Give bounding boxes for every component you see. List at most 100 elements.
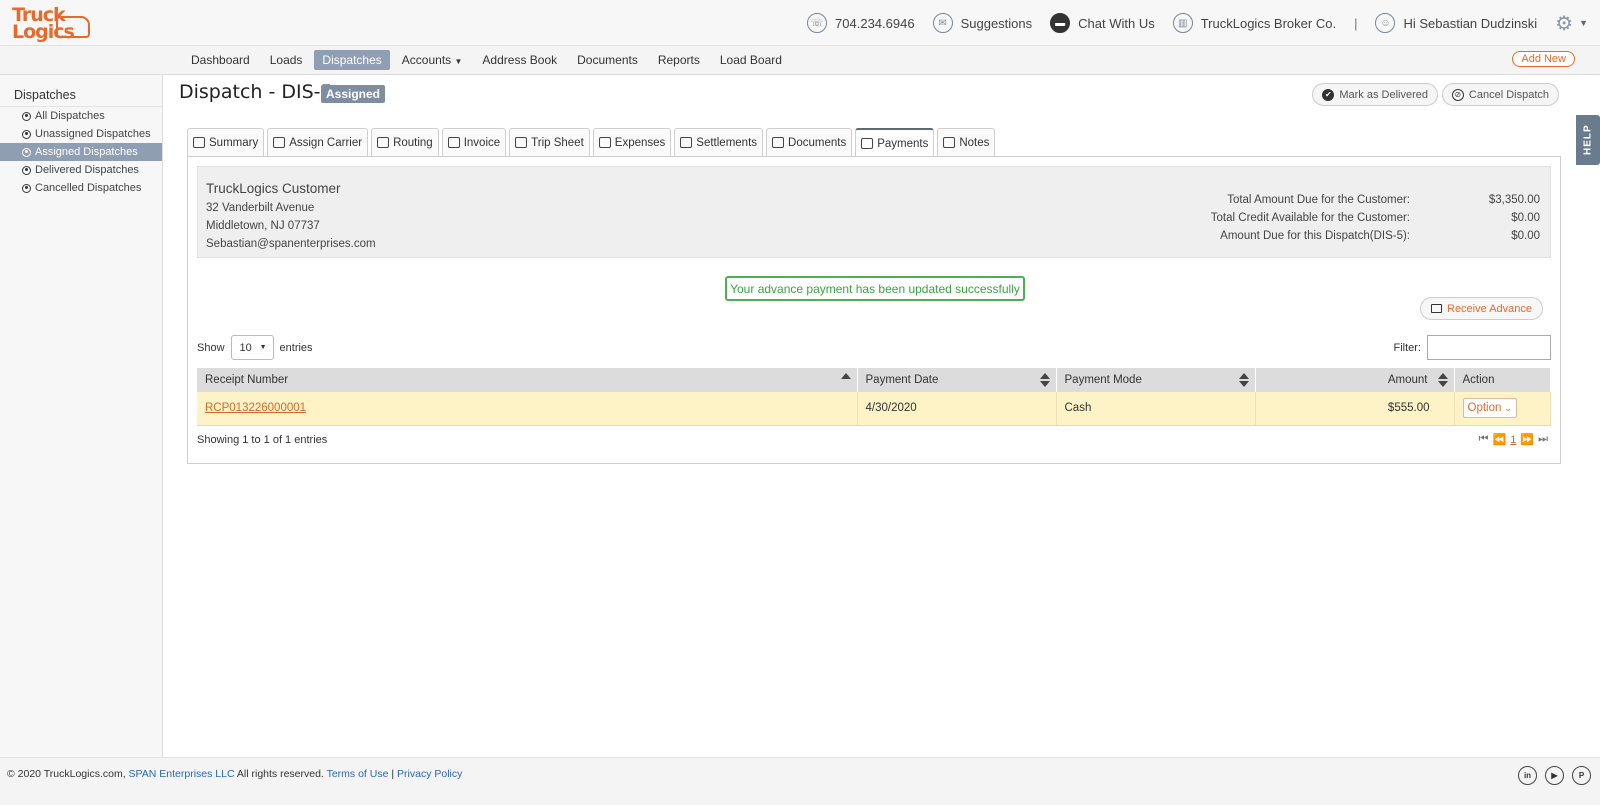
sidebar-item-label: Cancelled Dispatches: [35, 182, 142, 194]
phone-icon: ☏: [807, 13, 828, 33]
footer-divider: |: [391, 768, 395, 780]
linkedin-icon[interactable]: in: [1518, 766, 1537, 785]
column-header-amount[interactable]: Amount: [1255, 368, 1455, 392]
menu-item-documents[interactable]: Documents: [569, 50, 646, 70]
sidebar-item-label: Assigned Dispatches: [35, 146, 138, 158]
circle-dot-icon: [22, 147, 31, 157]
youtube-icon[interactable]: ▶: [1545, 766, 1564, 785]
menu-item-dispatches[interactable]: Dispatches: [314, 50, 390, 70]
privacy-link[interactable]: Privacy Policy: [397, 768, 462, 780]
menu-item-accounts-label: Accounts: [401, 53, 452, 67]
map-icon: [377, 137, 390, 148]
customer-address-line2: Middletown, NJ 07737: [206, 220, 320, 232]
page-number[interactable]: 1: [1510, 434, 1516, 446]
receipt-link[interactable]: RCP013226000001: [205, 402, 306, 414]
mark-as-delivered-label: Mark as Delivered: [1339, 88, 1428, 101]
menu-item-address-book[interactable]: Address Book: [474, 50, 565, 70]
truck-icon: [56, 16, 90, 38]
column-header-label: Amount: [1387, 374, 1428, 386]
help-tab[interactable]: HELP: [1576, 115, 1600, 165]
menu-item-dashboard[interactable]: Dashboard: [183, 50, 258, 70]
building-icon: ▥: [1172, 13, 1193, 33]
next-page-icon[interactable]: ⏩: [1520, 433, 1534, 446]
note-icon: [943, 137, 956, 148]
filter-label: Filter:: [1393, 341, 1422, 354]
caret-down-icon: ▼: [259, 344, 267, 351]
phone-link[interactable]: ☏ 704.234.6946: [807, 13, 915, 33]
sort-asc-icon: [840, 373, 851, 387]
chevron-down-icon: ⌄: [1504, 402, 1512, 413]
trucklogics-logo[interactable]: Truck Logics: [10, 4, 92, 43]
payments-table: Receipt Number Payment Date Payment Mode…: [197, 368, 1551, 426]
entries-select-value: 10: [239, 341, 252, 354]
last-page-icon[interactable]: ⏭: [1538, 433, 1548, 446]
tab-label: Invoice: [463, 136, 501, 149]
tab-label: Expenses: [614, 136, 666, 149]
rights-text: All rights reserved.: [236, 768, 324, 780]
receive-advance-button[interactable]: Receive Advance: [1420, 297, 1543, 320]
column-header-payment-date[interactable]: Payment Date: [857, 368, 1057, 392]
envelope-icon: ✉: [932, 13, 953, 33]
sidebar: Dispatches All Dispatches Unassigned Dis…: [0, 75, 163, 772]
user-greeting: Hi Sebastian Dudzinski: [1403, 15, 1538, 31]
tab-notes[interactable]: Notes: [937, 128, 996, 156]
menu-item-reports[interactable]: Reports: [650, 50, 708, 70]
amount-cell: $555.00: [1255, 392, 1455, 426]
money-icon: [861, 138, 874, 149]
sidebar-item-delivered-dispatches[interactable]: Delivered Dispatches: [0, 161, 162, 179]
chat-label: Chat With Us: [1078, 15, 1155, 31]
tab-documents[interactable]: Documents: [766, 128, 853, 156]
entries-select[interactable]: 10 ▼: [230, 335, 274, 360]
circle-dot-icon: [22, 165, 31, 175]
menu-item-load-board[interactable]: Load Board: [712, 50, 790, 70]
first-page-icon[interactable]: ⏮: [1479, 433, 1489, 446]
gear-icon[interactable]: ⚙: [1555, 11, 1573, 36]
column-header-payment-mode[interactable]: Payment Mode: [1056, 368, 1256, 392]
tab-invoice[interactable]: Invoice: [441, 128, 507, 156]
tab-label: Summary: [209, 136, 259, 149]
mark-as-delivered-button[interactable]: ✔ Mark as Delivered: [1312, 83, 1438, 106]
filter-input[interactable]: [1427, 335, 1551, 360]
sidebar-item-all-dispatches[interactable]: All Dispatches: [0, 107, 162, 125]
payment-mode-cell: Cash: [1056, 392, 1256, 426]
top-header: Truck Logics ☏ 704.234.6946 ✉ Suggestion…: [0, 0, 1600, 46]
chat-bubble-icon: ▬: [1050, 13, 1071, 33]
tab-label: Trip Sheet: [531, 136, 584, 149]
previous-page-icon[interactable]: ⏪: [1493, 433, 1507, 446]
user-add-icon: [273, 137, 286, 148]
chevron-down-icon[interactable]: ▼: [1579, 18, 1588, 28]
receipt-cell: RCP013226000001: [197, 392, 858, 426]
menu-item-accounts[interactable]: Accounts ▼: [394, 50, 471, 70]
entries-label: entries: [279, 341, 313, 354]
sidebar-item-assigned-dispatches[interactable]: Assigned Dispatches: [0, 143, 162, 161]
company-name: TruckLogics Broker Co.: [1200, 15, 1337, 31]
option-dropdown-button[interactable]: Option ⌄: [1462, 398, 1517, 419]
chat-link[interactable]: ▬ Chat With Us: [1050, 13, 1155, 33]
tab-routing[interactable]: Routing: [371, 128, 439, 156]
sort-icon: [1039, 373, 1050, 387]
cancel-dispatch-button[interactable]: ⊘ Cancel Dispatch: [1441, 83, 1559, 106]
phone-number: 704.234.6946: [835, 15, 915, 31]
pinterest-icon[interactable]: P: [1572, 766, 1591, 785]
receive-advance-label: Receive Advance: [1447, 302, 1532, 315]
tab-expenses[interactable]: Expenses: [592, 128, 672, 156]
terms-link[interactable]: Terms of Use: [327, 768, 389, 780]
document-icon: [772, 137, 785, 148]
user-menu[interactable]: ☺ Hi Sebastian Dudzinski: [1375, 13, 1537, 33]
tab-payments[interactable]: Payments: [855, 128, 935, 157]
tab-assign-carrier[interactable]: Assign Carrier: [267, 128, 369, 156]
add-new-button[interactable]: Add New: [1512, 51, 1575, 67]
customer-email: Sebastian@spanenterprises.com: [206, 238, 376, 250]
tab-summary[interactable]: Summary: [187, 128, 265, 156]
column-header-receipt-number[interactable]: Receipt Number: [197, 368, 858, 392]
company-link[interactable]: ▥ TruckLogics Broker Co.: [1172, 13, 1337, 33]
span-enterprises-link[interactable]: SPAN Enterprises LLC: [129, 768, 235, 780]
suggestions-link[interactable]: ✉ Suggestions: [932, 13, 1032, 33]
tab-trip-sheet[interactable]: Trip Sheet: [509, 128, 590, 156]
sidebar-title: Dispatches: [0, 75, 162, 107]
sidebar-item-unassigned-dispatches[interactable]: Unassigned Dispatches: [0, 125, 162, 143]
tab-settlements[interactable]: Settlements: [674, 128, 764, 156]
menu-item-loads[interactable]: Loads: [262, 50, 311, 70]
sidebar-item-cancelled-dispatches[interactable]: Cancelled Dispatches: [0, 179, 162, 197]
tab-label: Documents: [788, 136, 847, 149]
